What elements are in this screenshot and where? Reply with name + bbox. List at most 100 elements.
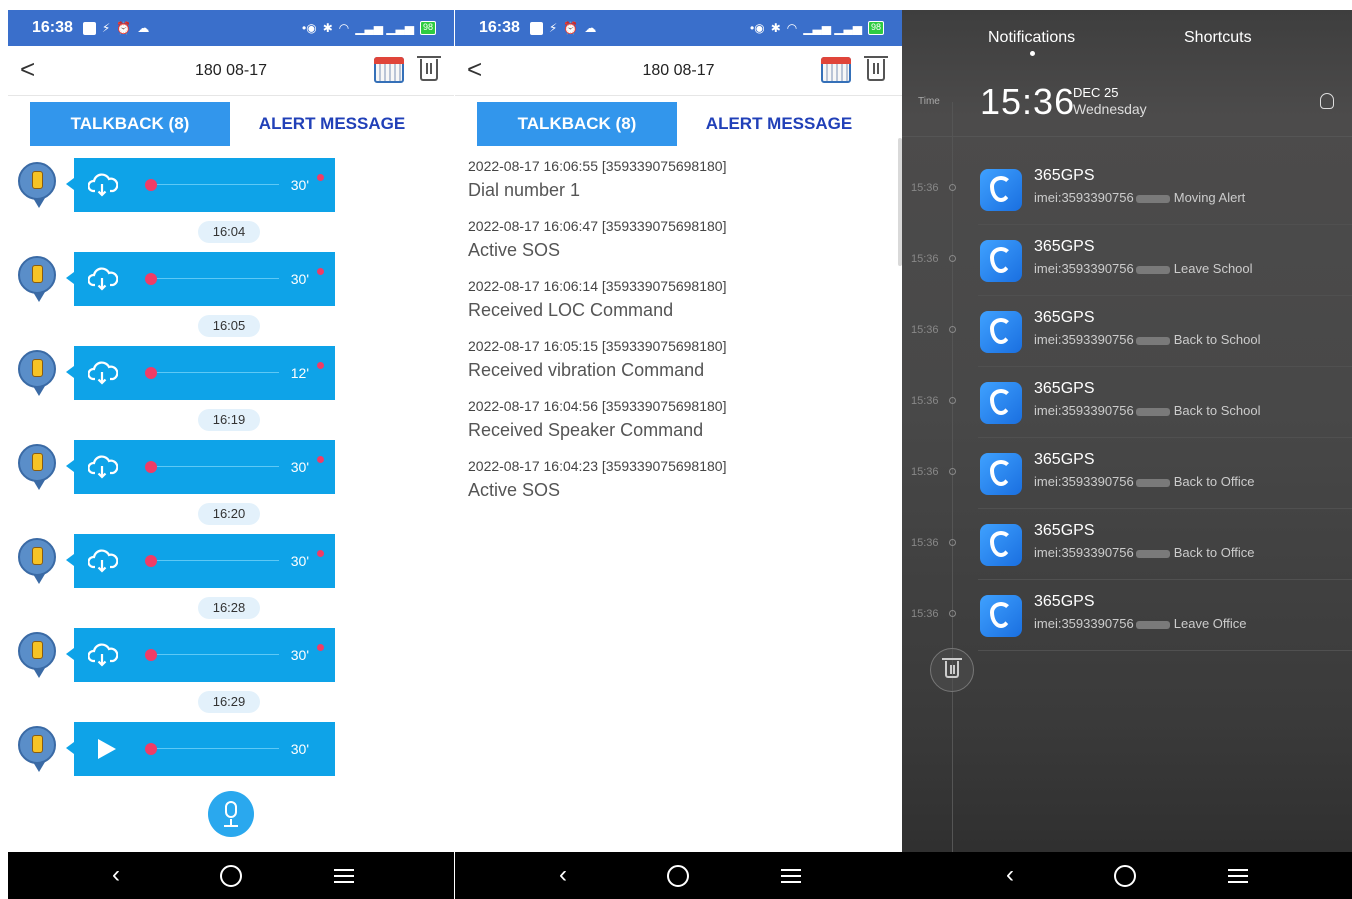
play-icon[interactable] [98, 739, 116, 759]
nav-menu-icon[interactable] [334, 869, 354, 883]
notification-card[interactable]: 365GPS imei:3593390756 Leave Office [978, 580, 1352, 651]
notification-icon [82, 21, 96, 35]
tab-bar: TALKBACK (8) ALERT MESSAGE [8, 102, 454, 146]
notification-card[interactable]: 365GPS imei:3593390756 Moving Alert [978, 154, 1352, 225]
notification-card[interactable]: 365GPS imei:3593390756 Back to Office [978, 438, 1352, 509]
calendar-icon[interactable] [821, 57, 851, 83]
status-time: 16:38 [479, 19, 520, 36]
alert-text: Active SOS [468, 480, 561, 500]
duration: 30' [290, 647, 309, 663]
cloud-download-icon[interactable] [88, 267, 118, 291]
timeline-dot [949, 184, 956, 191]
voice-bubble[interactable]: 30' [66, 252, 335, 306]
calendar-icon[interactable] [374, 57, 404, 83]
signal-icon: ⚡ [101, 21, 111, 35]
progress-track[interactable] [152, 654, 279, 655]
cloud-download-icon[interactable] [88, 643, 118, 667]
notification-item[interactable]: 15:36 365GPS imei:3593390756 Back to Office [902, 438, 1352, 509]
notification-app: 365GPS [1034, 380, 1095, 397]
voice-bubble[interactable]: 30' [66, 440, 335, 494]
nav-menu-icon[interactable] [781, 869, 801, 883]
notification-item[interactable]: 15:36 365GPS imei:3593390756 Leave School [902, 225, 1352, 296]
notification-item[interactable]: 15:36 365GPS imei:3593390756 Back to School [902, 367, 1352, 438]
notification-body: imei:3593390756 Leave Office [1034, 616, 1247, 631]
message-time: 16:04 [198, 221, 260, 243]
duration: 30' [290, 271, 309, 287]
alert-item[interactable]: 2022-08-17 16:04:23 [359339075698180] Act… [468, 458, 868, 501]
alert-item[interactable]: 2022-08-17 16:06:14 [359339075698180] Rec… [468, 278, 868, 321]
tab-shortcuts[interactable]: Shortcuts [1184, 29, 1252, 47]
alert-item[interactable]: 2022-08-17 16:04:56 [359339075698180] Rec… [468, 398, 868, 441]
alert-item[interactable]: 2022-08-17 16:05:15 [359339075698180] Rec… [468, 338, 868, 381]
cloud-download-icon[interactable] [88, 455, 118, 479]
nav-back-icon[interactable]: ‹ [112, 862, 120, 888]
tab-talkback[interactable]: TALKBACK (8) [477, 102, 677, 146]
notification-event: Leave Office [1173, 616, 1247, 631]
cloud-download-icon[interactable] [88, 361, 118, 385]
tab-alert-message[interactable]: ALERT MESSAGE [232, 102, 432, 146]
alert-meta: 2022-08-17 16:06:55 [359339075698180] [468, 158, 727, 174]
timeline-dot [949, 610, 956, 617]
bag-icon [32, 453, 43, 471]
notification-card[interactable]: 365GPS imei:3593390756 Back to School [978, 367, 1352, 438]
timeline-dot [949, 397, 956, 404]
progress-knob[interactable] [145, 461, 157, 473]
nav-home-icon[interactable] [220, 865, 242, 887]
notification-body: imei:3593390756 Back to Office [1034, 474, 1254, 489]
notification-item[interactable]: 15:36 365GPS imei:3593390756 Back to School [902, 296, 1352, 367]
nav-bar: ‹ [902, 852, 1352, 899]
notification-item[interactable]: 15:36 365GPS imei:3593390756 Back to Office [902, 509, 1352, 580]
bag-icon [32, 641, 43, 659]
progress-knob[interactable] [145, 555, 157, 567]
cloud-download-icon[interactable] [88, 549, 118, 573]
microphone-icon [225, 801, 237, 818]
alert-meta: 2022-08-17 16:05:15 [359339075698180] [468, 338, 727, 354]
tab-alert-message[interactable]: ALERT MESSAGE [679, 102, 879, 146]
progress-track[interactable] [152, 278, 279, 279]
record-button[interactable] [208, 791, 254, 837]
alert-meta: 2022-08-17 16:04:23 [359339075698180] [468, 458, 727, 474]
365gps-app-icon [980, 240, 1022, 282]
progress-track[interactable] [152, 748, 279, 749]
clear-all-button[interactable] [930, 648, 974, 692]
notification-item[interactable]: 15:36 365GPS imei:3593390756 Leave Office [902, 580, 1352, 651]
progress-knob[interactable] [145, 179, 157, 191]
trash-icon[interactable] [417, 56, 441, 81]
trash-icon[interactable] [864, 56, 888, 81]
notification-item[interactable]: 15:36 365GPS imei:3593390756 Moving Alert [902, 154, 1352, 225]
progress-track[interactable] [152, 560, 279, 561]
nav-home-icon[interactable] [667, 865, 689, 887]
nav-back-icon[interactable]: ‹ [1006, 862, 1014, 888]
progress-knob[interactable] [145, 649, 157, 661]
nav-menu-icon[interactable] [1228, 869, 1248, 883]
alert-text: Active SOS [468, 240, 561, 260]
alert-screen: 16:38 ⚡ ⏰ ☁ •◉ ✱ ◠ ▁▃▅ ▁▃▅ 98 < 180 08-1… [455, 10, 902, 899]
nav-back-icon[interactable]: ‹ [559, 862, 567, 888]
progress-knob[interactable] [145, 743, 157, 755]
cloud-download-icon[interactable] [88, 173, 118, 197]
progress-knob[interactable] [145, 273, 157, 285]
tab-notifications[interactable]: Notifications [988, 29, 1075, 47]
progress-knob[interactable] [145, 367, 157, 379]
progress-track[interactable] [152, 184, 279, 185]
voice-bubble[interactable]: 30' [66, 534, 335, 588]
lightbulb-icon[interactable] [1320, 93, 1334, 109]
notification-event: Moving Alert [1173, 190, 1246, 205]
alert-item[interactable]: 2022-08-17 16:06:47 [359339075698180] Act… [468, 218, 868, 261]
notification-card[interactable]: 365GPS imei:3593390756 Leave School [978, 225, 1352, 296]
voice-bubble[interactable]: 30' [66, 722, 335, 776]
redacted-mark [1135, 549, 1170, 558]
alert-item[interactable]: 2022-08-17 16:06:55 [359339075698180] Dia… [468, 158, 868, 201]
notification-body: imei:3593390756 Back to School [1034, 403, 1260, 418]
voice-bubble[interactable]: 30' [66, 158, 335, 212]
voice-bubble[interactable]: 30' [66, 628, 335, 682]
notification-card[interactable]: 365GPS imei:3593390756 Back to Office [978, 509, 1352, 580]
tab-talkback[interactable]: TALKBACK (8) [30, 102, 230, 146]
notification-app: 365GPS [1034, 522, 1095, 539]
progress-track[interactable] [152, 466, 279, 467]
nav-home-icon[interactable] [1114, 865, 1136, 887]
voice-bubble[interactable]: 12' [66, 346, 335, 400]
progress-track[interactable] [152, 372, 279, 373]
notification-card[interactable]: 365GPS imei:3593390756 Back to School [978, 296, 1352, 367]
status-bar: 16:38 ⚡ ⏰ ☁ •◉ ✱ ◠ ▁▃▅ ▁▃▅ 98 [455, 10, 902, 46]
